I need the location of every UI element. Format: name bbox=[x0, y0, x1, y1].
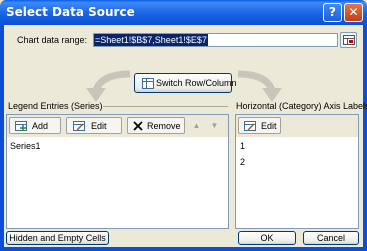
axis-list-item[interactable]: 1 bbox=[240, 141, 245, 151]
curved-arrow-right-icon bbox=[237, 70, 282, 102]
add-icon bbox=[15, 121, 27, 131]
edit-series-button[interactable]: Edit bbox=[66, 117, 122, 134]
window-frame-left bbox=[0, 25, 4, 251]
add-series-button[interactable]: Add bbox=[9, 117, 61, 134]
chart-data-range-value: =Sheet1!$B$7,Sheet1!$E$7 bbox=[94, 34, 208, 46]
close-icon: ✕ bbox=[348, 5, 359, 19]
chart-data-range-label: Chart data range: bbox=[17, 35, 88, 45]
axis-list-item[interactable]: 2 bbox=[240, 157, 245, 167]
remove-icon bbox=[133, 121, 143, 131]
remove-series-button[interactable]: Remove bbox=[127, 117, 185, 134]
legend-entries-title: Legend Entries (Series) bbox=[8, 101, 103, 111]
hidden-empty-cells-button[interactable]: Hidden and Empty Cells bbox=[6, 231, 109, 245]
remove-series-label: Remove bbox=[147, 121, 181, 131]
edit-axis-labels-label: Edit bbox=[261, 121, 277, 131]
cancel-button[interactable]: Cancel bbox=[303, 231, 359, 245]
window-frame-bottom bbox=[0, 247, 367, 251]
switch-row-column-icon bbox=[142, 78, 154, 89]
window-title: Select Data Source bbox=[6, 5, 135, 19]
range-select-icon bbox=[343, 35, 355, 45]
title-bar[interactable]: Select Data Source ? ✕ bbox=[0, 0, 367, 25]
arrow-up-icon: ▲ bbox=[192, 121, 201, 130]
edit-icon bbox=[73, 121, 85, 131]
edit-axis-labels-button[interactable]: Edit bbox=[238, 117, 281, 134]
collapse-dialog-button[interactable] bbox=[340, 32, 357, 48]
arrow-down-icon: ▼ bbox=[210, 121, 219, 130]
help-button[interactable]: ? bbox=[323, 3, 342, 22]
hidden-empty-cells-label: Hidden and Empty Cells bbox=[9, 233, 106, 243]
ok-button[interactable]: OK bbox=[238, 231, 296, 245]
add-series-label: Add bbox=[32, 121, 49, 131]
edit-axis-icon bbox=[244, 121, 256, 131]
help-icon: ? bbox=[329, 5, 336, 19]
chart-data-range-input[interactable]: =Sheet1!$B$7,Sheet1!$E$7 bbox=[93, 33, 338, 47]
ok-label: OK bbox=[260, 233, 274, 243]
window-frame-right bbox=[363, 25, 367, 251]
move-down-button[interactable]: ▼ bbox=[208, 119, 221, 132]
close-button[interactable]: ✕ bbox=[344, 3, 363, 22]
edit-series-label: Edit bbox=[91, 121, 107, 131]
legend-entries-divider bbox=[103, 106, 228, 107]
legend-list-item[interactable]: Series1 bbox=[10, 141, 41, 151]
axis-labels-title: Horizontal (Category) Axis Labels bbox=[236, 101, 367, 111]
curved-arrow-left-icon bbox=[86, 70, 131, 102]
cancel-label: Cancel bbox=[316, 233, 345, 243]
switch-row-column-label: Switch Row/Column bbox=[156, 78, 237, 88]
move-up-button[interactable]: ▲ bbox=[190, 119, 203, 132]
switch-row-column-button[interactable]: Switch Row/Column bbox=[134, 73, 237, 93]
